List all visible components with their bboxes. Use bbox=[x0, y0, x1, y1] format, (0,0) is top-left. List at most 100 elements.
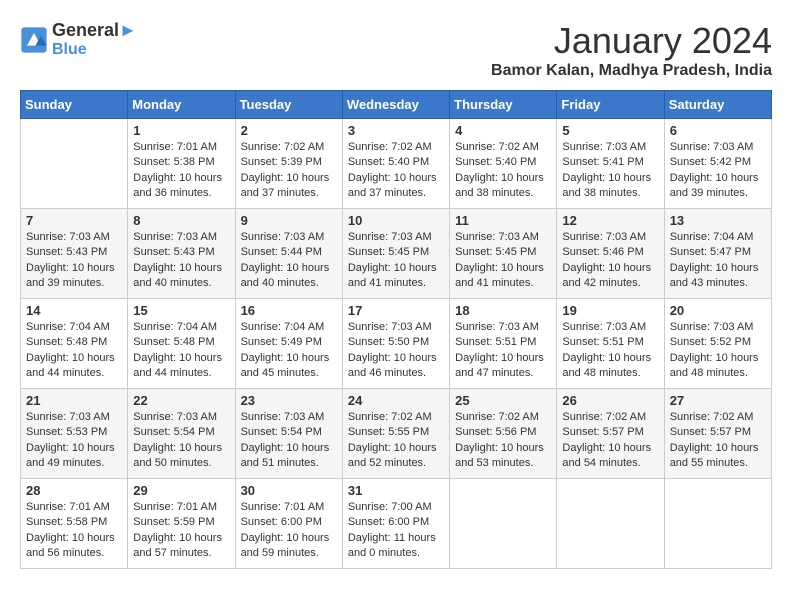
day-info: Sunrise: 7:02 AM Sunset: 5:57 PM Dayligh… bbox=[670, 410, 766, 472]
header: General► Blue January 2024 Bamor Kalan, … bbox=[20, 20, 772, 80]
day-cell: 24 Sunrise: 7:02 AM Sunset: 5:55 PM Dayli… bbox=[342, 389, 449, 479]
day-number: 4 bbox=[455, 123, 551, 138]
day-info: Sunrise: 7:03 AM Sunset: 5:51 PM Dayligh… bbox=[455, 320, 551, 382]
day-info: Sunrise: 7:03 AM Sunset: 5:46 PM Dayligh… bbox=[562, 230, 658, 292]
day-cell: 26 Sunrise: 7:02 AM Sunset: 5:57 PM Dayli… bbox=[557, 389, 664, 479]
header-cell-wednesday: Wednesday bbox=[342, 91, 449, 119]
day-number: 12 bbox=[562, 213, 658, 228]
day-cell: 16 Sunrise: 7:04 AM Sunset: 5:49 PM Dayli… bbox=[235, 299, 342, 389]
day-cell: 28Sunrise: 7:01 AM Sunset: 5:58 PM Dayli… bbox=[21, 479, 128, 569]
day-info: Sunrise: 7:03 AM Sunset: 5:43 PM Dayligh… bbox=[133, 230, 229, 292]
day-number: 2 bbox=[241, 123, 337, 138]
day-info: Sunrise: 7:02 AM Sunset: 5:57 PM Dayligh… bbox=[562, 410, 658, 472]
calendar-table: SundayMondayTuesdayWednesdayThursdayFrid… bbox=[20, 90, 772, 569]
header-cell-tuesday: Tuesday bbox=[235, 91, 342, 119]
header-cell-sunday: Sunday bbox=[21, 91, 128, 119]
day-number: 31 bbox=[348, 483, 444, 498]
day-cell: 19 Sunrise: 7:03 AM Sunset: 5:51 PM Dayli… bbox=[557, 299, 664, 389]
day-info: Sunrise: 7:01 AM Sunset: 5:59 PM Dayligh… bbox=[133, 500, 229, 562]
day-cell: 3 Sunrise: 7:02 AM Sunset: 5:40 PM Daylig… bbox=[342, 119, 449, 209]
week-row-1: 1 Sunrise: 7:01 AM Sunset: 5:38 PM Daylig… bbox=[21, 119, 772, 209]
day-info: Sunrise: 7:04 AM Sunset: 5:48 PM Dayligh… bbox=[133, 320, 229, 382]
logo-icon bbox=[20, 26, 48, 54]
day-cell: 11 Sunrise: 7:03 AM Sunset: 5:45 PM Dayli… bbox=[450, 209, 557, 299]
day-info: Sunrise: 7:03 AM Sunset: 5:41 PM Dayligh… bbox=[562, 140, 658, 202]
day-cell bbox=[664, 479, 771, 569]
day-cell: 2 Sunrise: 7:02 AM Sunset: 5:39 PM Daylig… bbox=[235, 119, 342, 209]
day-info: Sunrise: 7:03 AM Sunset: 5:42 PM Dayligh… bbox=[670, 140, 766, 202]
day-number: 14 bbox=[26, 303, 122, 318]
day-number: 8 bbox=[133, 213, 229, 228]
day-cell: 22 Sunrise: 7:03 AM Sunset: 5:54 PM Dayli… bbox=[128, 389, 235, 479]
day-cell: 12 Sunrise: 7:03 AM Sunset: 5:46 PM Dayli… bbox=[557, 209, 664, 299]
day-number: 22 bbox=[133, 393, 229, 408]
day-number: 17 bbox=[348, 303, 444, 318]
day-cell: 4 Sunrise: 7:02 AM Sunset: 5:40 PM Daylig… bbox=[450, 119, 557, 209]
day-info: Sunrise: 7:04 AM Sunset: 5:47 PM Dayligh… bbox=[670, 230, 766, 292]
day-number: 3 bbox=[348, 123, 444, 138]
day-cell: 31 Sunrise: 7:00 AM Sunset: 6:00 PM Dayli… bbox=[342, 479, 449, 569]
day-cell: 7Sunrise: 7:03 AM Sunset: 5:43 PM Daylig… bbox=[21, 209, 128, 299]
day-number: 30 bbox=[241, 483, 337, 498]
day-info: Sunrise: 7:03 AM Sunset: 5:45 PM Dayligh… bbox=[348, 230, 444, 292]
day-number: 6 bbox=[670, 123, 766, 138]
week-row-4: 21 Sunrise: 7:03 AM Sunset: 5:53 PM Dayli… bbox=[21, 389, 772, 479]
day-info: Sunrise: 7:03 AM Sunset: 5:51 PM Dayligh… bbox=[562, 320, 658, 382]
month-title: January 2024 bbox=[491, 20, 772, 62]
day-number: 28 bbox=[26, 483, 122, 498]
day-info: Sunrise: 7:03 AM Sunset: 5:52 PM Dayligh… bbox=[670, 320, 766, 382]
header-cell-saturday: Saturday bbox=[664, 91, 771, 119]
day-cell: 29 Sunrise: 7:01 AM Sunset: 5:59 PM Dayli… bbox=[128, 479, 235, 569]
day-info: Sunrise: 7:03 AM Sunset: 5:45 PM Dayligh… bbox=[455, 230, 551, 292]
day-info: Sunrise: 7:04 AM Sunset: 5:49 PM Dayligh… bbox=[241, 320, 337, 382]
day-info: Sunrise: 7:02 AM Sunset: 5:40 PM Dayligh… bbox=[455, 140, 551, 202]
header-row: SundayMondayTuesdayWednesdayThursdayFrid… bbox=[21, 91, 772, 119]
header-cell-thursday: Thursday bbox=[450, 91, 557, 119]
week-row-5: 28Sunrise: 7:01 AM Sunset: 5:58 PM Dayli… bbox=[21, 479, 772, 569]
day-cell: 25 Sunrise: 7:02 AM Sunset: 5:56 PM Dayli… bbox=[450, 389, 557, 479]
day-number: 20 bbox=[670, 303, 766, 318]
day-info: Sunrise: 7:03 AM Sunset: 5:54 PM Dayligh… bbox=[133, 410, 229, 472]
day-info: Sunrise: 7:03 AM Sunset: 5:43 PM Dayligh… bbox=[26, 230, 122, 292]
day-cell: 6 Sunrise: 7:03 AM Sunset: 5:42 PM Daylig… bbox=[664, 119, 771, 209]
header-cell-monday: Monday bbox=[128, 91, 235, 119]
day-number: 24 bbox=[348, 393, 444, 408]
day-cell: 13 Sunrise: 7:04 AM Sunset: 5:47 PM Dayli… bbox=[664, 209, 771, 299]
week-row-2: 7Sunrise: 7:03 AM Sunset: 5:43 PM Daylig… bbox=[21, 209, 772, 299]
day-info: Sunrise: 7:01 AM Sunset: 6:00 PM Dayligh… bbox=[241, 500, 337, 562]
day-info: Sunrise: 7:04 AM Sunset: 5:48 PM Dayligh… bbox=[26, 320, 122, 382]
day-cell bbox=[557, 479, 664, 569]
day-info: Sunrise: 7:00 AM Sunset: 6:00 PM Dayligh… bbox=[348, 500, 444, 562]
day-info: Sunrise: 7:02 AM Sunset: 5:55 PM Dayligh… bbox=[348, 410, 444, 472]
day-cell: 23 Sunrise: 7:03 AM Sunset: 5:54 PM Dayli… bbox=[235, 389, 342, 479]
day-cell: 17 Sunrise: 7:03 AM Sunset: 5:50 PM Dayli… bbox=[342, 299, 449, 389]
day-number: 23 bbox=[241, 393, 337, 408]
day-info: Sunrise: 7:02 AM Sunset: 5:40 PM Dayligh… bbox=[348, 140, 444, 202]
day-number: 29 bbox=[133, 483, 229, 498]
day-cell: 18 Sunrise: 7:03 AM Sunset: 5:51 PM Dayli… bbox=[450, 299, 557, 389]
day-number: 5 bbox=[562, 123, 658, 138]
day-info: Sunrise: 7:03 AM Sunset: 5:54 PM Dayligh… bbox=[241, 410, 337, 472]
day-number: 10 bbox=[348, 213, 444, 228]
day-info: Sunrise: 7:01 AM Sunset: 5:38 PM Dayligh… bbox=[133, 140, 229, 202]
day-cell: 10 Sunrise: 7:03 AM Sunset: 5:45 PM Dayli… bbox=[342, 209, 449, 299]
day-number: 18 bbox=[455, 303, 551, 318]
day-number: 25 bbox=[455, 393, 551, 408]
day-cell: 15Sunrise: 7:04 AM Sunset: 5:48 PM Dayli… bbox=[128, 299, 235, 389]
day-cell: 21 Sunrise: 7:03 AM Sunset: 5:53 PM Dayli… bbox=[21, 389, 128, 479]
day-info: Sunrise: 7:03 AM Sunset: 5:50 PM Dayligh… bbox=[348, 320, 444, 382]
day-info: Sunrise: 7:02 AM Sunset: 5:39 PM Dayligh… bbox=[241, 140, 337, 202]
header-cell-friday: Friday bbox=[557, 91, 664, 119]
day-info: Sunrise: 7:03 AM Sunset: 5:53 PM Dayligh… bbox=[26, 410, 122, 472]
day-number: 21 bbox=[26, 393, 122, 408]
day-number: 26 bbox=[562, 393, 658, 408]
day-number: 13 bbox=[670, 213, 766, 228]
day-number: 1 bbox=[133, 123, 229, 138]
week-row-3: 14 Sunrise: 7:04 AM Sunset: 5:48 PM Dayli… bbox=[21, 299, 772, 389]
day-info: Sunrise: 7:02 AM Sunset: 5:56 PM Dayligh… bbox=[455, 410, 551, 472]
day-number: 19 bbox=[562, 303, 658, 318]
day-cell: 14 Sunrise: 7:04 AM Sunset: 5:48 PM Dayli… bbox=[21, 299, 128, 389]
day-number: 11 bbox=[455, 213, 551, 228]
day-number: 16 bbox=[241, 303, 337, 318]
title-area: January 2024 Bamor Kalan, Madhya Pradesh… bbox=[491, 20, 772, 80]
